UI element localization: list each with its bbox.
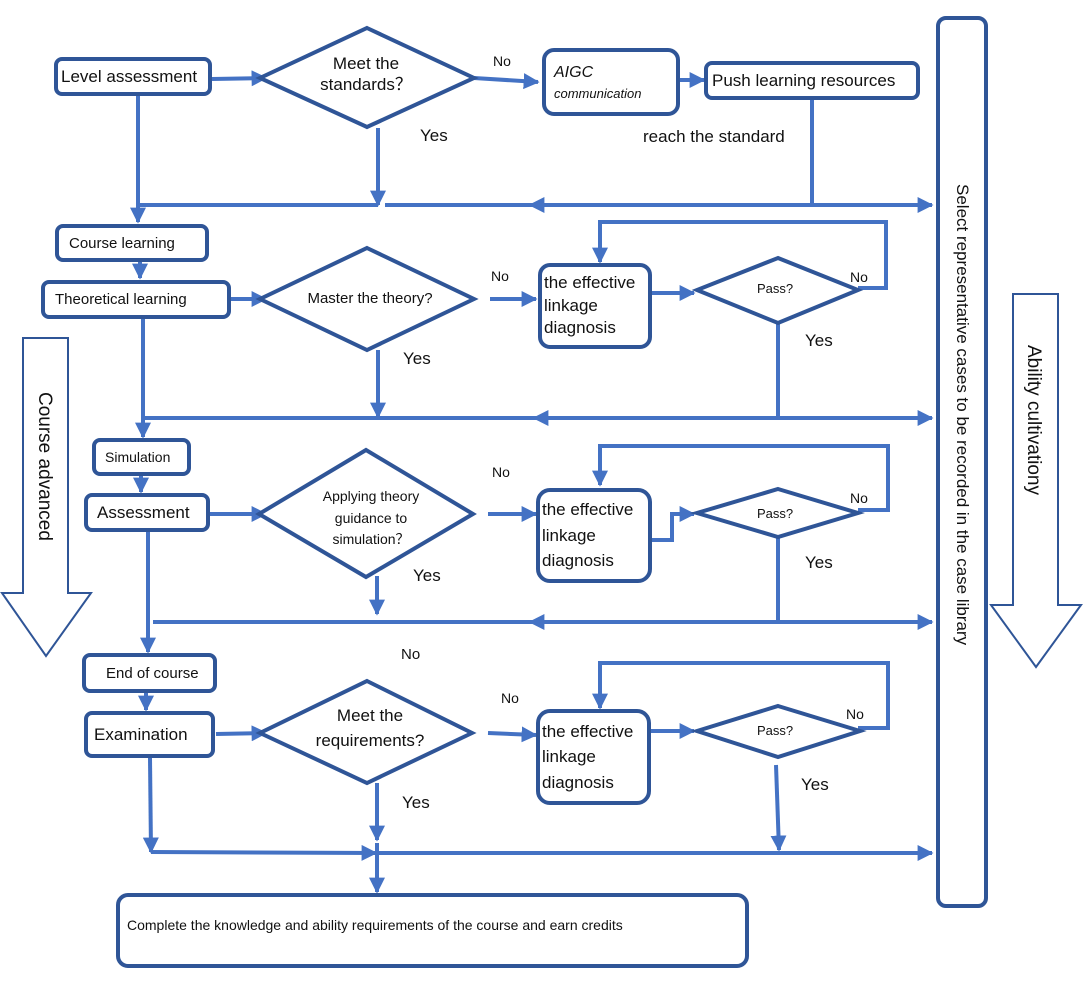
pass2-no-label: No [850, 269, 868, 285]
aigc-communication-label: communication [554, 85, 642, 101]
pass-label-2: Pass? [757, 281, 794, 296]
pass3-yes-label: Yes [805, 553, 833, 572]
simulation-node: Simulation [92, 438, 191, 476]
assessment-node: Assessment [84, 493, 210, 532]
connector-decision1-no [473, 73, 540, 90]
decision-requirements-text: Meet the requirements? [300, 704, 440, 753]
level-assessment-node: Level assessment [54, 57, 212, 96]
diagnosis-line2: linkage [542, 525, 596, 545]
push-learning-resources-node: Push learning resources [704, 61, 920, 100]
diagnosis-line1: the effective [544, 272, 636, 292]
stage4-no-label: No [501, 690, 519, 706]
aigc-label: AIGC [554, 63, 594, 81]
pass2-yes-label: Yes [805, 331, 833, 350]
decision-standards-text: Meet the standards？ [306, 53, 426, 96]
connector-decision4-no [487, 726, 538, 743]
connector-pass4-yes [770, 764, 787, 852]
diagnosis-line3: diagnosis [542, 772, 614, 792]
decision-simulation-line1: Applying theory [322, 488, 420, 504]
pass-label-3: Pass? [757, 506, 794, 521]
diagnosis-line1: the effective [542, 721, 634, 741]
diagnosis-line3: diagnosis [542, 551, 614, 571]
decision-requirements-line2: requirements? [315, 730, 425, 750]
aigc-communication-node: AIGC communication [542, 48, 680, 116]
theoretical-learning-label: Theoretical learning [55, 291, 187, 308]
course-learning-node: Course learning [55, 224, 209, 262]
pass4-yes-label: Yes [801, 775, 829, 794]
connector-exam-down [142, 757, 159, 854]
diagnosis-line1: the effective [542, 500, 634, 520]
push-learning-resources-label: Push learning resources [712, 70, 896, 90]
case-library-label: Select representative cases to be record… [953, 184, 972, 646]
connector-diag3-to-pass3 [652, 506, 696, 542]
examination-node: Examination [84, 711, 215, 758]
final-outcome-label: Complete the knowledge and ability requi… [127, 916, 623, 933]
decision-simulation-line3: simulation？ [332, 531, 410, 548]
end-of-course-node: End of course [82, 653, 217, 693]
diagnosis-line3: diagnosis [544, 318, 616, 338]
decision-standards-line1: Meet the [332, 54, 400, 73]
decision-simulation-line2: guidance to [334, 509, 408, 526]
stage1-yes-label: Yes [420, 126, 448, 145]
course-advanced-label: Course advanced [34, 392, 55, 541]
final-outcome-node: Complete the knowledge and ability requi… [116, 893, 749, 968]
theoretical-learning-node: Theoretical learning [41, 280, 231, 319]
pass-label-4: Pass? [757, 723, 794, 738]
course-learning-label: Course learning [69, 234, 175, 252]
examination-label: Examination [94, 724, 188, 744]
reach-standard-label: reach the standard [643, 127, 785, 146]
diagnosis-line2: linkage [542, 747, 596, 767]
assessment-label: Assessment [97, 502, 190, 522]
pass3-no-label: No [850, 490, 868, 506]
decision-simulation-text: Applying theory guidance to simulation？ [306, 486, 436, 551]
diagnosis-line2: linkage [544, 295, 598, 315]
pass4-no-label: No [846, 706, 864, 722]
decision-requirements-line1: Meet the [336, 706, 404, 725]
decision-theory-line: Master the theory? [307, 290, 433, 307]
stage1-no-label: No [493, 53, 511, 69]
stage3-yes-label: Yes [413, 566, 441, 585]
stage2-no-label: No [491, 268, 509, 284]
stage3-no-label: No [492, 464, 510, 480]
level-assessment-label: Level assessment [61, 66, 198, 86]
decision-theory-text: Master the theory? [290, 290, 450, 309]
connector-merge4-left [150, 844, 378, 861]
linkage-diagnosis-node-4: the effective linkage diagnosis [536, 709, 651, 805]
end-of-course-label: End of course [106, 664, 199, 682]
linkage-diagnosis-node-2: the effective linkage diagnosis [538, 263, 652, 349]
linkage-diagnosis-node-3: the effective linkage diagnosis [536, 488, 652, 583]
decision-standards-line2: standards？ [320, 75, 412, 95]
simulation-label: Simulation [105, 449, 171, 465]
case-library-box: Select representative cases to be record… [936, 16, 988, 908]
ability-cultivation-label: Ability cultivationy [1023, 345, 1044, 495]
stage2-yes-label: Yes [403, 349, 431, 368]
stage4-yes-label: Yes [402, 793, 430, 812]
stage4-no-top-label: No [401, 646, 421, 663]
